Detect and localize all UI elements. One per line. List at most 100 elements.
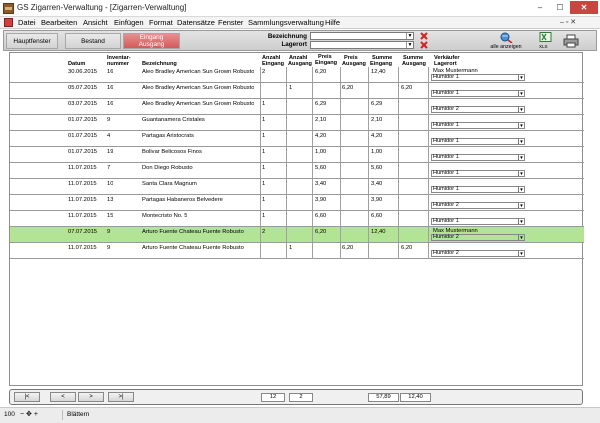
menu-bearbeiten[interactable]: Bearbeiten <box>41 18 77 27</box>
cell-name[interactable]: Santa Clara Magnum <box>142 181 197 187</box>
cell-date[interactable]: 01.07.2015 <box>68 133 97 139</box>
cell-inv[interactable]: 16 <box>107 69 113 75</box>
menu-ansicht[interactable]: Ansicht <box>83 18 108 27</box>
chevron-down-icon[interactable]: ▼ <box>518 75 524 80</box>
cell-name[interactable]: Partagas Aristocrats <box>142 133 194 139</box>
cell-name[interactable]: Don Diego Robusto <box>142 165 193 171</box>
chevron-down-icon[interactable]: ▼ <box>518 123 524 128</box>
cell-date[interactable]: 03.07.2015 <box>68 101 97 107</box>
storage-dropdown[interactable]: Humidor 1 ▼ <box>431 218 525 225</box>
cell-pout[interactable]: 6,20 <box>342 245 353 251</box>
cell-qin[interactable]: 1 <box>262 181 265 187</box>
cell-inv[interactable]: 9 <box>107 229 110 235</box>
cell-date[interactable]: 07.07.2015 <box>68 229 97 235</box>
chevron-down-icon[interactable]: ▼ <box>518 139 524 144</box>
in-out-button[interactable]: Eingang Ausgang <box>123 33 180 49</box>
next-record-button[interactable]: > <box>78 392 104 402</box>
close-button[interactable]: ✕ <box>570 1 598 14</box>
cell-pin[interactable]: 6,29 <box>315 101 326 107</box>
chevron-down-icon[interactable]: ▼ <box>518 219 524 224</box>
cell-qin[interactable]: 2 <box>262 69 265 75</box>
document-icon[interactable] <box>4 18 13 27</box>
chevron-down-icon[interactable]: ▼ <box>518 251 524 256</box>
cell-date[interactable]: 11.07.2015 <box>68 197 97 203</box>
cell-pin[interactable]: 5,60 <box>315 165 326 171</box>
designation-combo[interactable]: ▼ <box>310 32 414 40</box>
menu-datei[interactable]: Datei <box>18 18 36 27</box>
cell-date[interactable]: 11.07.2015 <box>68 213 97 219</box>
cell-sout[interactable]: 6,20 <box>401 85 412 91</box>
cell-qin[interactable]: 1 <box>262 117 265 123</box>
cell-qin[interactable]: 1 <box>262 149 265 155</box>
chevron-down-icon[interactable]: ▼ <box>518 235 524 240</box>
cell-sin[interactable]: 12,40 <box>371 69 386 75</box>
cell-name[interactable]: Aleo Bradley American Sun Grown Robusto <box>142 101 254 107</box>
cell-pin[interactable]: 4,20 <box>315 133 326 139</box>
cell-name[interactable]: Partagas Habaneros Belvedere <box>142 197 223 203</box>
storage-dropdown[interactable]: Humidor 1 ▼ <box>431 122 525 129</box>
storage-dropdown[interactable]: Humidor 1 ▼ <box>431 90 525 97</box>
cell-name[interactable]: Arturo Fuente Chateau Fuente Robusto <box>142 245 244 251</box>
cell-inv[interactable]: 19 <box>107 149 113 155</box>
menu-hilfe[interactable]: Hilfe <box>325 18 340 27</box>
chevron-down-icon[interactable]: ▼ <box>406 33 413 39</box>
storage-dropdown[interactable]: Humidor 1 ▼ <box>431 186 525 193</box>
cell-name[interactable]: Montecristo No. 5 <box>142 213 187 219</box>
cell-qin[interactable]: 2 <box>262 229 265 235</box>
cell-qin[interactable]: 1 <box>262 133 265 139</box>
menu-format[interactable]: Format <box>149 18 173 27</box>
cell-sin[interactable]: 6,60 <box>371 213 382 219</box>
cell-sin[interactable]: 12,40 <box>371 229 386 235</box>
maximize-button[interactable]: ☐ <box>550 1 570 14</box>
cell-date[interactable]: 05.07.2015 <box>68 85 97 91</box>
cell-inv[interactable]: 13 <box>107 197 113 203</box>
cell-inv[interactable]: 7 <box>107 165 110 171</box>
storage-dropdown[interactable]: Humidor 1 ▼ <box>431 170 525 177</box>
cell-qin[interactable]: 1 <box>262 213 265 219</box>
cell-pin[interactable]: 2,10 <box>315 117 326 123</box>
cell-sin[interactable]: 2,10 <box>371 117 382 123</box>
menu-einfuegen[interactable]: Einfügen <box>114 18 144 27</box>
cell-inv[interactable]: 16 <box>107 85 113 91</box>
cell-pin[interactable]: 6,20 <box>315 229 326 235</box>
cell-sin[interactable]: 4,20 <box>371 133 382 139</box>
cell-sin[interactable]: 1,00 <box>371 149 382 155</box>
cell-inv[interactable]: 4 <box>107 133 110 139</box>
minimize-button[interactable]: – <box>530 1 550 14</box>
first-record-button[interactable]: |< <box>14 392 40 402</box>
cell-qin[interactable]: 1 <box>262 165 265 171</box>
last-record-button[interactable]: >| <box>108 392 134 402</box>
cell-date[interactable]: 01.07.2015 <box>68 149 97 155</box>
storage-dropdown[interactable]: Humidor 1 ▼ <box>431 138 525 145</box>
storage-combo[interactable]: ▼ <box>310 41 414 49</box>
previous-record-button[interactable]: < <box>50 392 76 402</box>
chevron-down-icon[interactable]: ▼ <box>518 171 524 176</box>
chevron-down-icon[interactable]: ▼ <box>518 107 524 112</box>
storage-dropdown[interactable]: Humidor 2 ▼ <box>431 202 525 209</box>
cell-qout[interactable]: 1 <box>289 245 292 251</box>
chevron-down-icon[interactable]: ▼ <box>406 42 413 48</box>
cell-pin[interactable]: 6,20 <box>315 69 326 75</box>
cell-qin[interactable]: 1 <box>262 101 265 107</box>
menu-datensaetze[interactable]: Datensätze <box>177 18 215 27</box>
storage-dropdown[interactable]: Humidor 2 ▼ <box>431 250 525 257</box>
printer-icon[interactable] <box>563 34 579 48</box>
storage-dropdown[interactable]: Humidor 1 ▼ <box>431 74 525 81</box>
chevron-down-icon[interactable]: ▼ <box>518 203 524 208</box>
chevron-down-icon[interactable]: ▼ <box>518 187 524 192</box>
cell-date[interactable]: 30.06.2015 <box>68 69 97 75</box>
cell-pin[interactable]: 3,90 <box>315 197 326 203</box>
cell-name[interactable]: Aleo Bradley American Sun Grown Robusto <box>142 69 254 75</box>
cell-sout[interactable]: 6,20 <box>401 245 412 251</box>
cell-inv[interactable]: 15 <box>107 213 113 219</box>
zoom-controls[interactable]: − ✥ + <box>20 410 38 418</box>
cell-name[interactable]: Bolivar Belicosos Finos <box>142 149 202 155</box>
menu-fenster[interactable]: Fenster <box>218 18 243 27</box>
zoom-slider-thumb[interactable]: ✥ <box>26 411 32 418</box>
cell-sin[interactable]: 3,90 <box>371 197 382 203</box>
clear-x-icon[interactable] <box>420 41 428 49</box>
storage-dropdown[interactable]: Humidor 2 ▼ <box>431 234 525 241</box>
cell-qin[interactable]: 1 <box>262 197 265 203</box>
cell-name[interactable]: Aleo Bradley American Sun Grown Robusto <box>142 85 254 91</box>
cell-sin[interactable]: 6,29 <box>371 101 382 107</box>
